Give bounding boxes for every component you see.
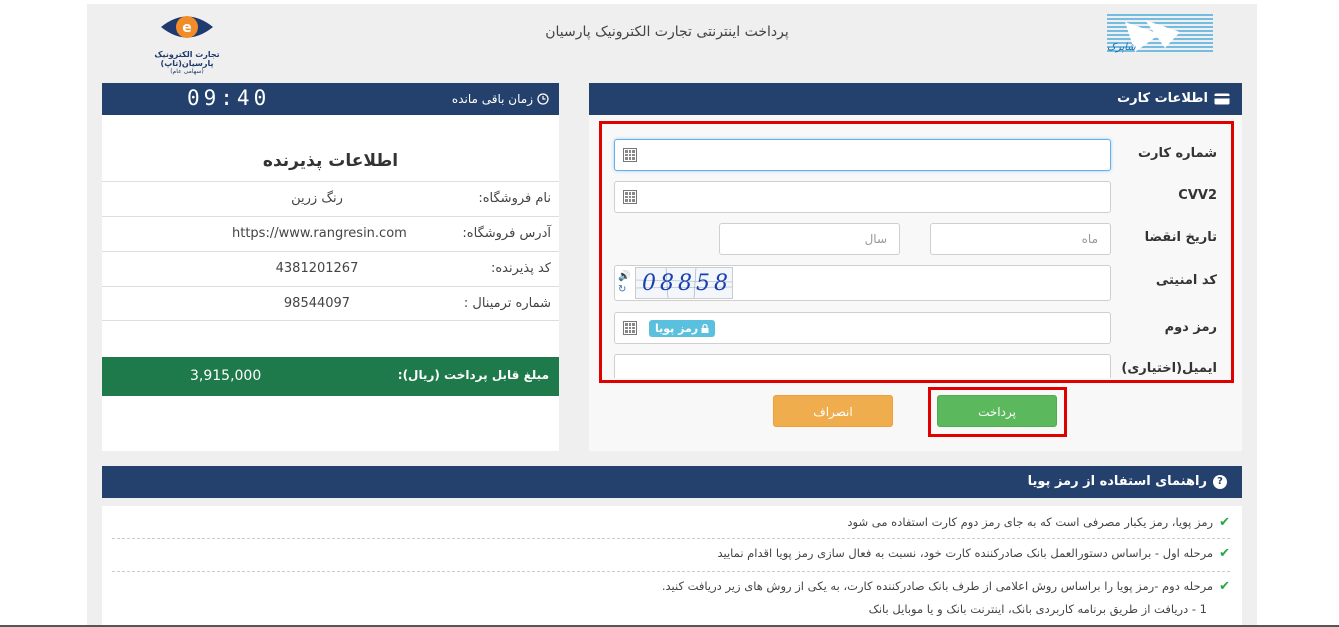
refresh-icon[interactable]: ↻ [618,284,626,295]
virtual-keyboard-icon[interactable] [623,321,637,335]
check-icon: ✔ [1219,579,1230,594]
speaker-icon[interactable]: 🔊 [618,271,630,282]
guide-item: ✔ مرحله اول - براساس دستورالعمل بانک صادر… [122,546,1230,561]
cancel-button[interactable]: انصراف [773,395,893,427]
virtual-keyboard-icon[interactable] [623,190,637,204]
guide-item-text: مرحله اول - براساس دستورالعمل بانک صادرک… [717,546,1214,560]
merchant-row-value: 4381201267 [275,261,359,276]
amount-value: 3,915,000 [190,368,262,384]
captcha-text: 08858 [642,271,732,296]
merchant-row: شماره ترمینال : 98544097 [102,286,559,321]
merchant-row-value: https://www.rangresin.com [232,226,407,241]
merchant-row-key: کد پذیرنده: [490,261,551,276]
merchant-row: نام فروشگاه: رنگ زرین [102,181,559,216]
captcha-label: کد امنیتی [1155,273,1217,288]
merchant-row: آدرس فروشگاه: https://www.rangresin.com [102,216,559,251]
amount-label: مبلغ قابل پرداخت (ریال): [397,368,549,382]
card-info-header: اطلاعات کارت [589,83,1242,115]
tap-logo-subtitle: (سهامی عام) [170,68,204,75]
merchant-info: اطلاعات پذیرنده نام فروشگاه: رنگ زرین آد… [102,115,559,451]
guide-item: ✔ رمز پویا، رمز یکبار مصرفی است که به جای… [122,515,1230,530]
tap-logo-icon: e [161,16,213,38]
tap-logo: e تجارت الکترونیک پارسیان(تاپ) (سهامی عا… [127,10,247,75]
merchant-row-value: رنگ زرین [291,191,343,206]
timer-label: زمان باقی مانده [451,92,533,106]
guide-item-text: رمز پویا، رمز یکبار مصرفی است که به جای … [847,515,1214,529]
site-title: پرداخت اینترنتی تجارت الکترونیک پارسیان [545,24,789,40]
email-input[interactable] [614,354,1111,378]
divider [112,538,1230,539]
card-number-label: شماره کارت [1137,146,1217,161]
shaparak-logo: شاپرک [1105,12,1215,58]
card-info-title: اطلاعات کارت [1117,91,1208,106]
expiry-label: تاریخ انقضا [1144,230,1217,245]
tap-logo-name: تجارت الکترونیک پارسیان(تاپ) [154,50,220,68]
expiry-month-select[interactable]: ماه [930,223,1111,255]
merchant-row: کد پذیرنده: 4381201267 [102,251,559,286]
card-number-input[interactable] [614,139,1111,171]
cvv2-label: CVV2 [1178,188,1217,203]
timer-header: زمان باقی مانده 09:40 [102,83,559,115]
second-pin-input[interactable]: رمز پویا [614,312,1111,344]
dynamic-pin-button[interactable]: رمز پویا [649,320,716,337]
second-pin-label: رمز دوم [1164,320,1217,335]
shaparak-logo-text: شاپرک [1107,42,1136,53]
check-icon: ✔ [1219,515,1230,530]
header: e تجارت الکترونیک پارسیان(تاپ) (سهامی عا… [87,4,1257,75]
merchant-title: اطلاعات پذیرنده [262,151,399,171]
check-icon: ✔ [1219,546,1230,561]
amount-bar: مبلغ قابل پرداخت (ریال): 3,915,000 [102,357,559,396]
captcha-image: 08858 [635,267,733,299]
divider [112,571,1230,572]
question-icon: ? [1213,474,1227,489]
pay-button[interactable]: پرداخت [937,395,1057,427]
guide-item: ✔ مرحله دوم -رمز پویا را براساس روش اعلام… [122,579,1230,594]
guide-item-text: مرحله دوم -رمز پویا را براساس روش اعلامی… [661,579,1214,593]
timer-value: 09:40 [187,86,271,110]
dynamic-pin-label: رمز پویا [655,322,699,335]
captcha-input[interactable]: 🔊 ↻ 08858 [614,265,1111,301]
cvv2-input[interactable] [614,181,1111,213]
merchant-row-value: 98544097 [283,296,351,311]
merchant-row-key: آدرس فروشگاه: [462,226,551,241]
lock-icon [701,324,709,333]
guide-sub-item: 1 - دریافت از طریق برنامه کاربردی بانک، … [868,602,1207,616]
email-label: ایمیل(اختیاری) [1121,361,1217,376]
guide-body: ✔ رمز پویا، رمز یکبار مصرفی است که به جای… [102,506,1242,625]
expiry-year-select[interactable]: سال [719,223,900,255]
credit-card-icon [1214,93,1230,104]
merchant-row-key: نام فروشگاه: [478,191,551,206]
guide-header: ? راهنمای استفاده از رمز پویا [102,466,1242,498]
svg-text:e: e [182,20,192,36]
virtual-keyboard-icon[interactable] [623,148,637,162]
guide-title: راهنمای استفاده از رمز پویا [1027,474,1207,489]
clock-icon [537,93,549,105]
merchant-row-key: شماره ترمینال : [463,296,551,311]
